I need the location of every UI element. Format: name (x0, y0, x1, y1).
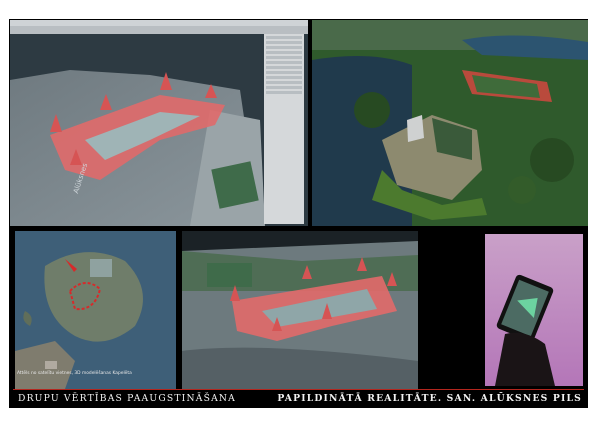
caption-left: DRUPU VĒRTĪBAS PAAUGSTINĀŠANA (18, 393, 236, 404)
caption-divider (13, 389, 584, 390)
satellite-map: Attēls no satelītu vietnes, 3D modelēšan… (15, 231, 176, 389)
editor-toolbar (10, 26, 308, 34)
aerial-photo (312, 20, 588, 226)
editor-panel: Alūksnes (10, 20, 308, 226)
map-source-note: Attēls no satelītu vietnes, 3D modelēšan… (17, 371, 132, 376)
caption-right: PAPILDINĀTĀ REALITĀTE. SAN. ALŪKSNES PIL… (277, 393, 582, 404)
inspector-panel[interactable] (264, 34, 304, 224)
phone-ar-photo (485, 234, 583, 386)
castle-3d-model (182, 231, 418, 389)
